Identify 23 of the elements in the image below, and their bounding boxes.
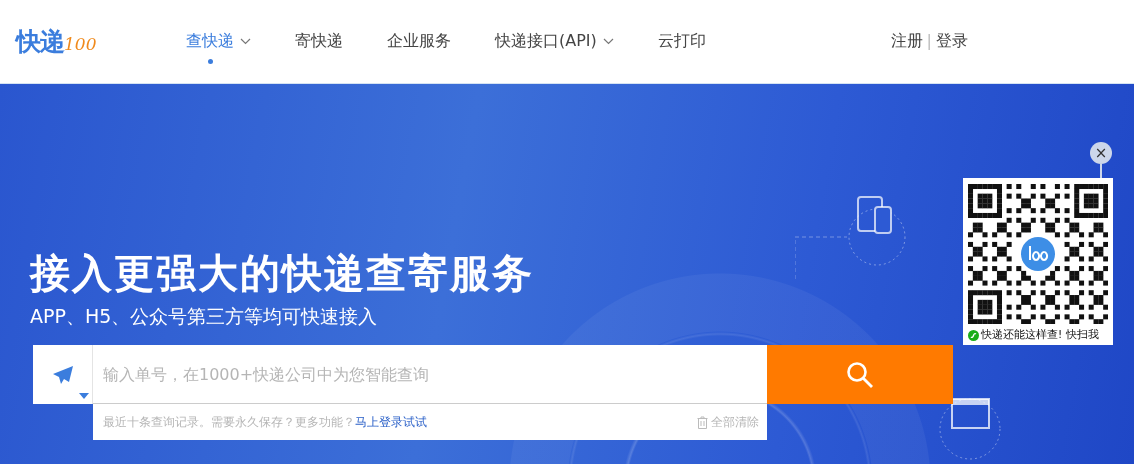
- logo[interactable]: 快递100: [16, 25, 166, 58]
- nav-item[interactable]: 企业服务: [387, 31, 451, 52]
- hero-subtitle: APP、H5、公众号第三方等均可快速接入: [30, 304, 379, 329]
- paper-plane-icon: [51, 364, 74, 385]
- caret-icon: [79, 393, 89, 399]
- nav-item[interactable]: 云打印: [657, 31, 706, 52]
- login-link[interactable]: 登录: [936, 31, 968, 52]
- hero-title: 接入更强大的快递查寄服务: [30, 249, 535, 297]
- courier-type-selector[interactable]: [33, 345, 93, 404]
- separator: |: [926, 31, 932, 52]
- login-try-link[interactable]: 马上登录试试: [355, 413, 427, 431]
- register-link[interactable]: 注册: [890, 31, 923, 52]
- trash-icon: [697, 415, 708, 429]
- search-icon: [846, 360, 874, 389]
- history-note: 最近十条查询记录。需要永久保存？更多功能？: [103, 413, 355, 431]
- mini-program-icon: [968, 329, 979, 341]
- tracking-number-input[interactable]: 输入单号，在1000+快递公司中为您智能查询: [93, 345, 767, 404]
- nav-item[interactable]: 查快递: [186, 31, 251, 52]
- nav-item[interactable]: 寄快递: [295, 31, 343, 52]
- qr-caption: 快递还能这样查! 快扫我: [981, 328, 1099, 342]
- close-button[interactable]: ×: [1090, 142, 1112, 164]
- nav-item[interactable]: 快递接口(API): [495, 31, 614, 52]
- active-dot: [208, 59, 213, 64]
